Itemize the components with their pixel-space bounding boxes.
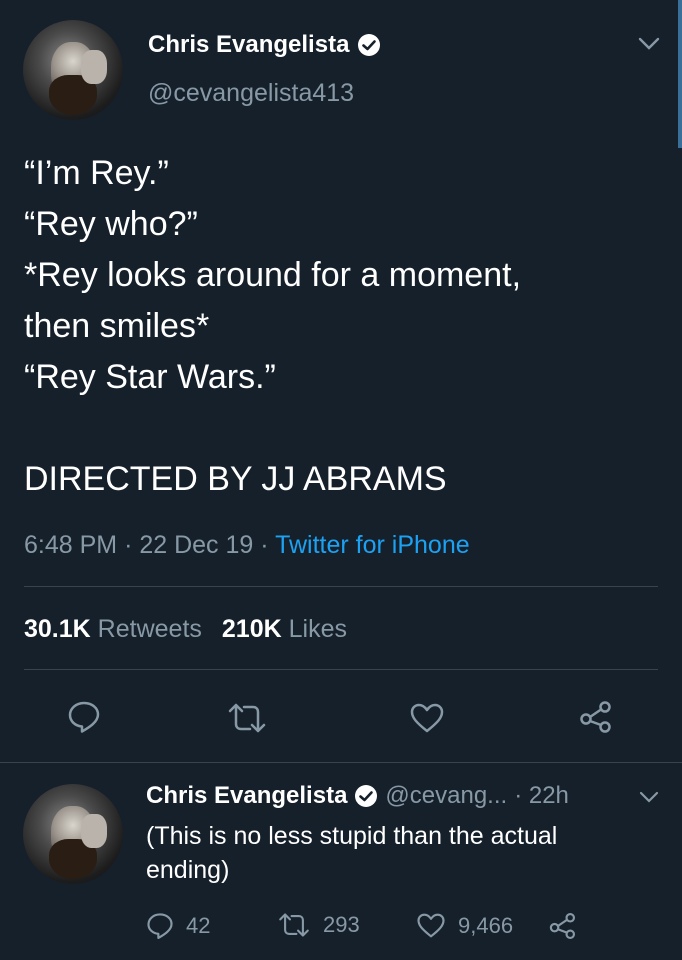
tweet-line: “Rey Star Wars.” (24, 358, 276, 396)
retweet-icon[interactable] (226, 702, 268, 734)
like-icon (416, 912, 446, 939)
likes-label: Likes (288, 615, 347, 643)
tweet-meta: 6:48 PM · 22 Dec 19 · Twitter for iPhone (24, 531, 470, 559)
reply-count: 42 (186, 913, 211, 938)
reply-age: · 22h (514, 782, 569, 809)
avatar[interactable] (23, 20, 123, 120)
tweet-line: *Rey looks around for a moment, (24, 256, 522, 294)
tweet-text: “I’m Rey.” “Rey who?” *Rey looks around … (24, 148, 664, 505)
tweet-stats: 30.1K Retweets 210K Likes (24, 615, 347, 644)
retweet-count: 293 (323, 912, 360, 937)
reply-text: (This is no less stupid than the actual … (146, 822, 558, 884)
tweet-line: “I’m Rey.” (24, 154, 169, 192)
tweet-line: “Rey who?” (24, 205, 198, 243)
tweet-source-link[interactable]: Twitter for iPhone (275, 531, 470, 559)
reply-retweet-action[interactable]: 293 (277, 912, 360, 938)
share-icon[interactable] (578, 700, 612, 734)
reply-author-handle[interactable]: @cevang... (385, 782, 507, 810)
share-icon[interactable] (548, 912, 576, 940)
likes-count: 210K (221, 615, 282, 643)
like-count: 9,466 (458, 912, 514, 938)
retweets-stat[interactable]: 30.1K Retweets (24, 615, 202, 644)
chevron-down-icon[interactable] (637, 36, 661, 52)
tweet-line: DIRECTED BY JJ ABRAMS (24, 460, 447, 498)
reply-icon[interactable] (67, 700, 101, 734)
divider (24, 669, 658, 670)
reply-author-name[interactable]: Chris Evangelista (146, 782, 347, 810)
tweet-time: 6:48 PM (24, 531, 118, 559)
retweets-label: Retweets (97, 615, 202, 643)
reply-avatar[interactable] (23, 784, 123, 884)
likes-stat[interactable]: 210K Likes (222, 615, 347, 644)
tweet-line: then smiles* (24, 307, 210, 345)
chevron-down-icon[interactable] (638, 790, 660, 804)
scrollbar[interactable] (678, 0, 682, 148)
verified-badge-icon (357, 33, 381, 57)
reply-like-action[interactable]: 9,466 (416, 912, 513, 939)
retweet-icon (277, 912, 311, 938)
author-name-row: Chris Evangelista (148, 31, 381, 59)
author-name[interactable]: Chris Evangelista (148, 31, 349, 59)
reply-reply-action[interactable]: 42 (146, 912, 210, 940)
divider (24, 586, 658, 587)
like-icon[interactable] (409, 702, 445, 734)
verified-badge-icon (354, 784, 378, 808)
retweets-count: 30.1K (24, 615, 91, 643)
reply-header: Chris Evangelista @cevang... · 22h (146, 782, 569, 810)
divider (0, 762, 682, 763)
author-handle[interactable]: @cevangelista413 (148, 79, 354, 108)
tweet-date: 22 Dec 19 (139, 531, 254, 559)
reply-icon (146, 912, 174, 940)
